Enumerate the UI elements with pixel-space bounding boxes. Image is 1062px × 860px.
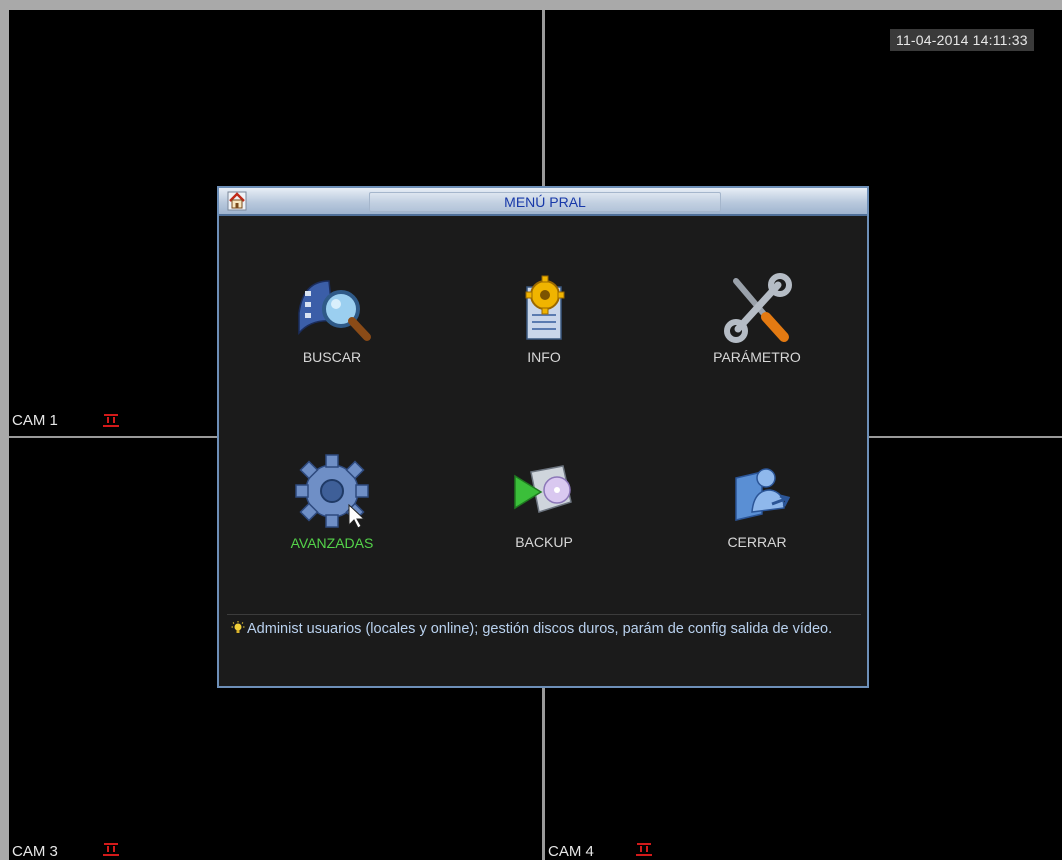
datetime-display: 11-04-2014 14:11:33	[890, 29, 1034, 51]
hint-box: Administ usuarios (locales y online); ge…	[231, 618, 851, 640]
home-icon[interactable]	[227, 191, 247, 211]
cam1-label: CAM 1	[12, 412, 58, 429]
cam4-label: CAM 4	[548, 843, 594, 860]
menu-label-backup: BACKUP	[515, 534, 573, 550]
hint-text: Administ usuarios (locales y online); ge…	[247, 621, 833, 637]
lightbulb-icon	[231, 621, 245, 633]
dialog-title: MENÚ PRAL	[369, 192, 721, 212]
cam3-record-icon	[103, 843, 119, 858]
menu-item-avanzadas[interactable]: AVANZADAS	[262, 453, 402, 573]
menu-label-info: INFO	[527, 349, 561, 365]
menu-label-avanzadas: AVANZADAS	[290, 535, 374, 551]
menu-item-cerrar[interactable]: CERRAR	[687, 458, 827, 578]
cam3-label: CAM 3	[12, 843, 58, 860]
cam4-record-icon	[636, 843, 652, 858]
cam1-record-icon	[103, 414, 119, 429]
backup-disc-icon	[514, 465, 572, 513]
info-gear-document-icon	[525, 275, 565, 340]
menu-item-backup[interactable]: BACKUP	[474, 458, 614, 578]
menu-item-buscar[interactable]: BUSCAR	[262, 273, 402, 393]
menu-item-info[interactable]: INFO	[474, 273, 614, 393]
menu-label-buscar: BUSCAR	[302, 349, 362, 365]
tools-icon	[724, 273, 792, 343]
dialog-titlebar: MENÚ PRAL	[219, 188, 867, 214]
user-exit-icon	[735, 468, 791, 521]
menu-label-parametro: PARÁMETRO	[713, 349, 801, 365]
menu-label-cerrar: CERRAR	[727, 534, 787, 550]
main-menu-dialog: MENÚ PRAL BUSCAR INFO PARÁMETRO AVANZADA…	[217, 186, 869, 688]
menu-item-parametro[interactable]: PARÁMETRO	[687, 273, 827, 393]
titlebar-rule	[219, 214, 867, 216]
hint-separator	[227, 614, 861, 615]
search-film-icon	[298, 280, 371, 341]
gear-icon	[295, 454, 369, 529]
